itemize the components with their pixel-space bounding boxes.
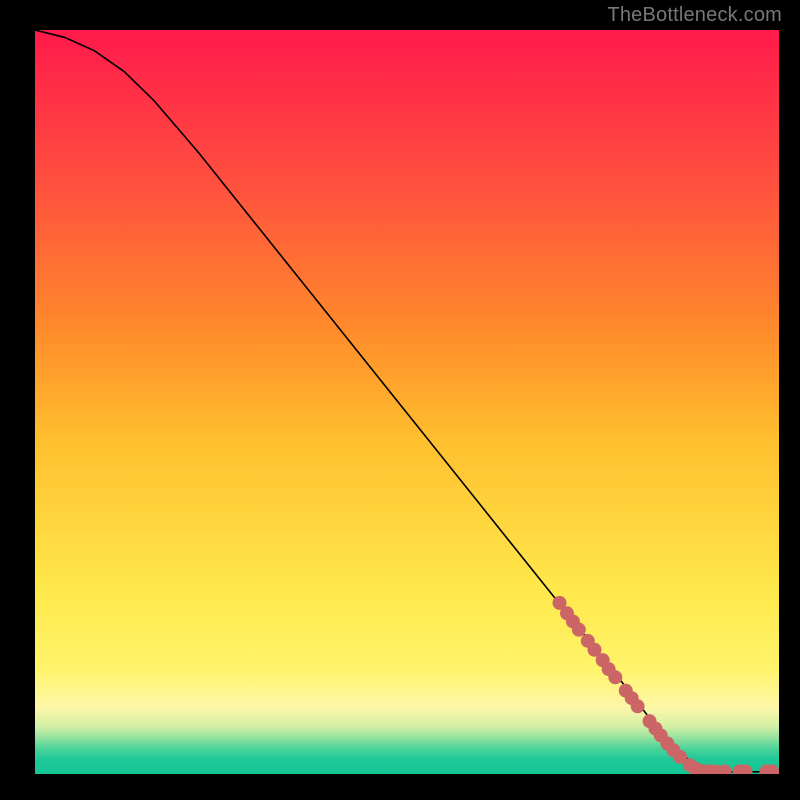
chart-frame: TheBottleneck.com [0,0,800,800]
watermark-text: TheBottleneck.com [607,4,782,27]
plot-area [35,30,779,772]
background-gradient [35,30,779,774]
